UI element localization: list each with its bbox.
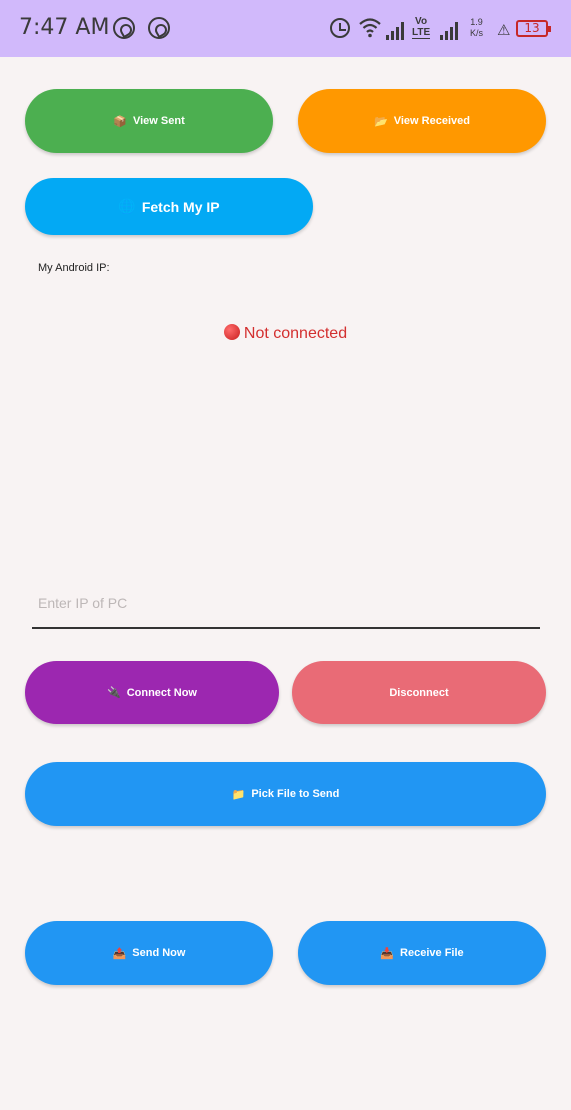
open-folder-icon: 📂: [374, 115, 388, 128]
view-received-label: View Received: [393, 115, 470, 127]
network-speed: 1.9 K/s: [470, 17, 484, 38]
connect-now-button[interactable]: 🔌 Connect Now: [25, 661, 279, 724]
inbox-tray-icon: 📥: [380, 947, 395, 960]
whatsapp-icon: [113, 17, 135, 39]
pc-ip-input[interactable]: [32, 578, 540, 629]
receive-file-button[interactable]: 📥 Receive File: [298, 921, 546, 985]
signal-icon: [440, 22, 458, 40]
receive-file-label: Receive File: [400, 947, 464, 959]
pick-file-button[interactable]: 📁 Pick File to Send: [25, 762, 546, 826]
globe-icon: 🌐: [118, 198, 136, 214]
fetch-ip-label: Fetch My IP: [141, 198, 220, 215]
wifi-icon: [359, 18, 381, 38]
plug-icon: 🔌: [107, 687, 121, 699]
status-time: 7:47 AM: [19, 15, 110, 40]
alarm-icon: [330, 18, 350, 38]
status-bar: 7:47 AM Vo LTE 1.9 K/s ⚠ 13: [0, 0, 571, 57]
send-now-button[interactable]: 📤 Send Now: [25, 921, 273, 985]
view-sent-button[interactable]: 📦 View Sent: [25, 89, 273, 153]
pick-file-label: Pick File to Send: [251, 788, 340, 800]
whatsapp-icon: [148, 17, 170, 39]
folder-icon: 📁: [231, 788, 246, 801]
status-icons: Vo LTE 1.9 K/s ⚠ 13: [330, 14, 552, 44]
fetch-ip-button[interactable]: 🌐 Fetch My IP: [25, 178, 313, 235]
connection-status-text: Not connected: [243, 325, 348, 342]
flask-icon: ⚠: [497, 22, 511, 39]
outbox-tray-icon: 📤: [112, 947, 127, 960]
connection-status: Not connected: [0, 324, 571, 343]
send-now-label: Send Now: [132, 947, 186, 959]
volte-icon: Vo LTE: [412, 16, 431, 39]
battery-icon: 13: [516, 20, 551, 37]
disconnect-button[interactable]: Disconnect: [292, 661, 546, 724]
signal-icon: [386, 22, 404, 40]
package-icon: 📦: [113, 115, 127, 128]
android-ip-label: My Android IP:: [38, 262, 110, 274]
red-circle-icon: [223, 324, 240, 340]
disconnect-label: Disconnect: [389, 686, 449, 699]
view-sent-label: View Sent: [132, 115, 185, 127]
view-received-button[interactable]: 📂 View Received: [298, 89, 546, 153]
connect-now-label: Connect Now: [126, 686, 197, 699]
